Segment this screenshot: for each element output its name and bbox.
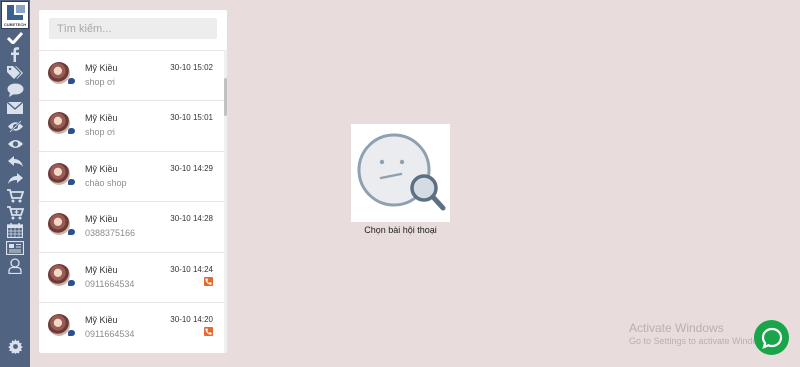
conversation-item[interactable]: Mỹ Kiều 30-10 14:24 0911664534 [39, 252, 224, 302]
chat-button[interactable] [754, 320, 789, 355]
conversation-panel: Mỹ Kiều 30-10 15:02 shop ơi Mỹ Kiều 30-1… [39, 10, 227, 353]
gear-icon[interactable] [5, 338, 25, 354]
comment-icon[interactable] [5, 82, 25, 98]
calendar-icon[interactable] [5, 222, 25, 238]
activate-windows-subtitle: Go to Settings to activate Windows. [629, 336, 772, 346]
search-bar [39, 10, 227, 50]
message-snippet: 0388375166 [85, 228, 136, 238]
conversation-item[interactable]: Mỹ Kiều 30-10 14:29 chào shop [39, 151, 224, 201]
check-icon[interactable] [5, 30, 25, 46]
avatar [48, 163, 70, 185]
conversation-item[interactable]: Mỹ Kiều 30-10 15:02 shop ơi [39, 50, 224, 100]
message-time: 30-10 15:02 [170, 63, 213, 72]
conversation-item[interactable]: Mỹ Kiều 30-10 14:28 0388375166 [39, 201, 224, 251]
contact-name: Mỹ Kiều [85, 214, 118, 224]
cart-icon[interactable] [5, 188, 25, 204]
empty-state-illustration [351, 124, 450, 222]
empty-state-caption: Chọn bài hội thoại [364, 225, 437, 235]
scrollbar-thumb[interactable] [224, 78, 227, 116]
contact-name: Mỹ Kiều [85, 164, 118, 174]
activate-windows-title: Activate Windows [629, 321, 724, 335]
message-time: 30-10 14:28 [170, 214, 213, 223]
eye-icon[interactable] [5, 136, 25, 152]
logo-text: CUBETECH [3, 22, 27, 27]
contact-name: Mỹ Kiều [85, 63, 118, 73]
icon-sidebar: CUBETECH [0, 0, 30, 367]
conversation-item[interactable]: Mỹ Kiều 30-10 14:20 0911664534 [39, 302, 224, 352]
search-face-icon [357, 133, 446, 211]
newspaper-icon[interactable] [5, 240, 25, 256]
message-snippet: shop ơi [85, 127, 115, 137]
messenger-icon [68, 128, 75, 134]
contact-name: Mỹ Kiều [85, 113, 118, 123]
avatar [48, 264, 70, 286]
envelope-icon[interactable] [5, 100, 25, 116]
message-snippet: 0911664534 [85, 279, 135, 289]
message-snippet: shop ơi [85, 77, 115, 87]
cart-plus-icon[interactable] [5, 205, 25, 221]
chat-bubble-icon [761, 327, 782, 349]
messenger-icon [68, 280, 75, 286]
search-input[interactable] [49, 18, 217, 39]
logo-mark-icon [7, 5, 25, 20]
avatar [48, 112, 70, 134]
messenger-icon [68, 78, 75, 84]
cubetech-logo[interactable]: CUBETECH [1, 1, 29, 29]
message-time: 30-10 15:01 [170, 113, 213, 122]
message-time: 30-10 14:29 [170, 164, 213, 173]
message-time: 30-10 14:20 [170, 315, 213, 324]
conversation-list[interactable]: Mỹ Kiều 30-10 15:02 shop ơi Mỹ Kiều 30-1… [39, 50, 227, 353]
messenger-icon [68, 330, 75, 336]
share-icon[interactable] [5, 170, 25, 186]
message-snippet: chào shop [85, 178, 127, 188]
tags-icon[interactable] [5, 64, 25, 80]
messenger-icon [68, 179, 75, 185]
phone-icon [204, 327, 213, 336]
eye-slash-icon[interactable] [5, 118, 25, 134]
message-time: 30-10 14:24 [170, 265, 213, 274]
avatar [48, 62, 70, 84]
contact-name: Mỹ Kiều [85, 265, 118, 275]
user-icon[interactable] [5, 258, 25, 274]
avatar [48, 213, 70, 235]
conversation-item[interactable]: Mỹ Kiều 30-10 15:01 shop ơi [39, 100, 224, 150]
reply-icon[interactable] [5, 153, 25, 169]
facebook-icon[interactable] [5, 46, 25, 62]
message-snippet: 0911664534 [85, 329, 135, 339]
messenger-icon [68, 229, 75, 235]
avatar [48, 314, 70, 336]
phone-icon [204, 277, 213, 286]
contact-name: Mỹ Kiều [85, 315, 118, 325]
